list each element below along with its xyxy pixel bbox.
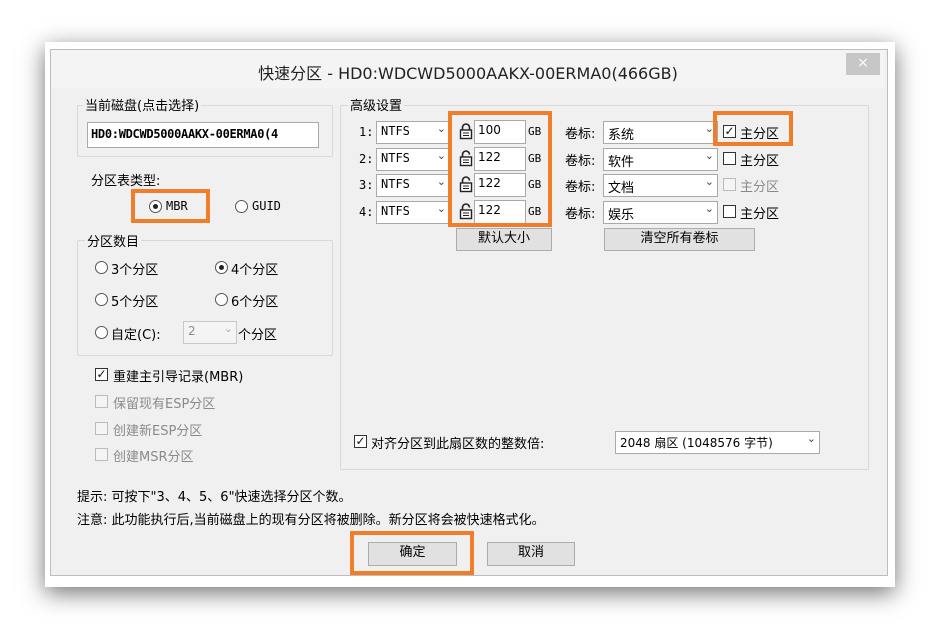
volume-label-value: 文档 <box>608 177 634 196</box>
title-bar[interactable]: 快速分区 - HD0:WDCWD5000AAKX-00ERMA0(466GB) … <box>51 50 885 88</box>
align-select[interactable]: 2048 扇区 (1048576 字节) ⌄ <box>615 431 820 454</box>
custom-count-select[interactable]: 2 ⌄ <box>183 321 237 344</box>
chevron-down-icon: ⌄ <box>807 432 816 445</box>
keep-esp-checkbox[interactable] <box>95 395 108 408</box>
hint-note: 注意: 此功能执行后,当前磁盘上的现有分区将被删除。新分区将会被快速格式化。 <box>77 509 545 528</box>
primary-checkbox-3[interactable] <box>723 178 736 191</box>
chevron-down-icon: ⌄ <box>437 122 446 135</box>
label-6-partitions[interactable]: 6个分区 <box>231 291 278 310</box>
fs-value: NTFS <box>381 124 410 138</box>
radio-3-partitions[interactable] <box>95 261 108 274</box>
fs-select-4[interactable]: NTFS ⌄ <box>376 201 450 224</box>
chevron-down-icon: ⌄ <box>705 175 714 188</box>
label-custom-partitions[interactable]: 自定(C): <box>111 324 161 343</box>
primary-label[interactable]: 主分区 <box>740 150 779 169</box>
volume-label-caption: 卷标: <box>565 203 595 222</box>
rebuild-mbr-label[interactable]: 重建主引导记录(MBR) <box>113 366 243 385</box>
current-disk-field[interactable]: HD0:WDCWD5000AAKX-00ERMA0(4 <box>87 122 319 148</box>
rebuild-mbr-checkbox[interactable]: ✓ <box>95 368 108 381</box>
fs-value: NTFS <box>381 177 410 191</box>
chevron-down-icon: ⌄ <box>705 202 714 215</box>
volume-label-select-2[interactable]: 软件 ⌄ <box>603 148 718 171</box>
quick-partition-dialog: 快速分区 - HD0:WDCWD5000AAKX-00ERMA0(466GB) … <box>50 49 888 576</box>
create-esp-checkbox[interactable] <box>95 422 108 435</box>
cancel-button[interactable]: 取消 <box>487 542 575 566</box>
align-checkbox[interactable]: ✓ <box>354 435 367 448</box>
radio-6-partitions[interactable] <box>215 293 228 306</box>
size-highlight <box>448 111 552 227</box>
fs-select-3[interactable]: NTFS ⌄ <box>376 174 450 197</box>
chevron-down-icon: ⌄ <box>437 149 446 162</box>
label-4-partitions[interactable]: 4个分区 <box>231 259 278 278</box>
fs-select-2[interactable]: NTFS ⌄ <box>376 148 450 171</box>
volume-label-caption: 卷标: <box>565 176 595 195</box>
fs-select-1[interactable]: NTFS ⌄ <box>376 121 450 144</box>
volume-label-caption: 卷标: <box>565 150 595 169</box>
hint-tip: 提示: 可按下"3、4、5、6"快速选择分区个数。 <box>77 486 352 505</box>
primary-highlight <box>713 111 793 146</box>
guid-radio[interactable] <box>235 200 248 213</box>
primary-label[interactable]: 主分区 <box>740 203 779 222</box>
primary-checkbox-4[interactable] <box>723 205 736 218</box>
partition-count-label: 分区数目 <box>85 231 141 250</box>
create-msr-label[interactable]: 创建MSR分区 <box>113 446 194 465</box>
chevron-down-icon: ⌄ <box>224 322 233 335</box>
row-index: 3: <box>359 178 373 192</box>
create-esp-label[interactable]: 创建新ESP分区 <box>113 420 202 439</box>
keep-esp-label[interactable]: 保留现有ESP分区 <box>113 393 215 412</box>
row-index: 1: <box>359 125 373 139</box>
current-disk-label: 当前磁盘(点击选择) <box>83 95 201 114</box>
chevron-down-icon: ⌄ <box>705 149 714 162</box>
row-index: 2: <box>359 152 373 166</box>
current-disk-value: HD0:WDCWD5000AAKX-00ERMA0(4 <box>91 127 278 141</box>
default-size-button[interactable]: 默认大小 <box>456 228 552 251</box>
volume-label-value: 软件 <box>608 151 634 170</box>
chevron-down-icon: ⌄ <box>437 202 446 215</box>
close-button[interactable]: × <box>846 53 880 75</box>
label-5-partitions[interactable]: 5个分区 <box>111 291 158 310</box>
guid-label[interactable]: GUID <box>252 199 281 213</box>
custom-count-suffix: 个分区 <box>238 324 277 343</box>
create-msr-checkbox[interactable] <box>95 448 108 461</box>
custom-count-value: 2 <box>188 324 196 338</box>
primary-checkbox-2[interactable] <box>723 152 736 165</box>
radio-5-partitions[interactable] <box>95 293 108 306</box>
align-label[interactable]: 对齐分区到此扇区数的整数倍: <box>371 433 544 452</box>
radio-4-partitions[interactable] <box>215 261 228 274</box>
mbr-highlight <box>131 189 210 223</box>
align-value: 2048 扇区 (1048576 字节) <box>620 434 773 451</box>
fs-value: NTFS <box>381 151 410 165</box>
label-3-partitions[interactable]: 3个分区 <box>111 259 158 278</box>
primary-label[interactable]: 主分区 <box>740 176 779 195</box>
volume-label-select-3[interactable]: 文档 ⌄ <box>603 174 718 197</box>
chevron-down-icon: ⌄ <box>437 175 446 188</box>
fs-value: NTFS <box>381 204 410 218</box>
ok-highlight <box>350 531 474 575</box>
volume-label-select-4[interactable]: 娱乐 ⌄ <box>603 201 718 224</box>
volume-label-value: 娱乐 <box>608 204 634 223</box>
radio-custom-partitions[interactable] <box>95 326 108 339</box>
volume-label-caption: 卷标: <box>565 123 595 142</box>
advanced-settings-label: 高级设置 <box>348 95 404 114</box>
clear-labels-button[interactable]: 清空所有卷标 <box>604 228 755 251</box>
dialog-title: 快速分区 - HD0:WDCWD5000AAKX-00ERMA0(466GB) <box>51 60 885 84</box>
volume-label-value: 系统 <box>608 124 634 143</box>
partition-table-label: 分区表类型: <box>91 170 160 189</box>
row-index: 4: <box>359 205 373 219</box>
volume-label-select-1[interactable]: 系统 ⌄ <box>603 121 718 144</box>
